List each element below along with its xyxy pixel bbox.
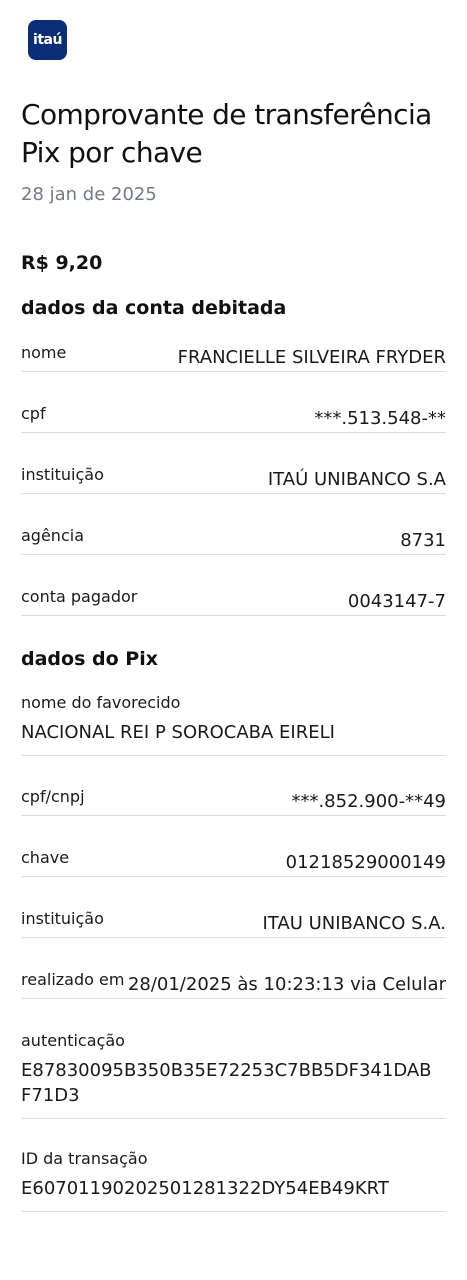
row-label: agência [21,526,84,545]
row-transaction-id: ID da transação E60701190202501281322DY5… [21,1149,446,1212]
row-payee-name: nome do favorecido NACIONAL REI P SOROCA… [21,693,446,756]
row-performed-at: realizado em 28/01/2025 às 10:23:13 via … [21,970,446,999]
row-value: 01218529000149 [285,852,446,873]
row-payer-account: conta pagador 0043147-7 [21,587,446,616]
row-value: ***.852.900-**49 [291,791,446,812]
row-value: NACIONAL REI P SOROCABA EIRELI [21,722,335,743]
row-label: chave [21,848,70,867]
row-value: ITAÚ UNIBANCO S.A [267,469,446,490]
row-label: instituição [21,465,104,484]
row-value: FRANCIELLE SILVEIRA FRYDER [177,347,446,368]
row-value: ***.513.548-** [314,408,446,429]
row-label: instituição [21,909,104,928]
transfer-amount: R$ 9,20 [21,252,103,274]
row-label: cpf/cnpj [21,787,85,806]
row-value: ITAU UNIBANCO S.A. [262,913,446,934]
receipt-date: 28 jan de 2025 [21,184,157,205]
row-label: nome do favorecido [21,693,181,712]
row-label: autenticação [21,1031,125,1050]
row-value: 0043147-7 [347,591,446,612]
row-payer-agency: agência 8731 [21,526,446,555]
logo-text: itaú [33,32,62,48]
row-value: E87830095B350B35E72253C7BB5DF341DABF71D3 [21,1060,432,1106]
section-pix-title: dados do Pix [21,648,158,670]
row-value: E60701190202501281322DY54EB49KRT [21,1178,389,1199]
row-pix-key: chave 01218529000149 [21,848,446,877]
section-debit-account-title: dados da conta debitada [21,297,287,319]
row-label: nome [21,343,67,362]
row-authentication: autenticação E87830095B350B35E72253C7BB5… [21,1031,446,1119]
row-payer-cpf: cpf ***.513.548-** [21,404,446,433]
row-payer-name: nome FRANCIELLE SILVEIRA FRYDER [21,343,446,372]
row-label: realizado em [21,970,125,989]
itau-logo: itaú [28,20,67,60]
row-label: ID da transação [21,1149,148,1168]
row-payee-document: cpf/cnpj ***.852.900-**49 [21,787,446,816]
row-label: cpf [21,404,46,423]
row-label: conta pagador [21,587,138,606]
row-value: 28/01/2025 às 10:23:13 via Celular [127,974,446,995]
page-title: Comprovante de transferência Pix por cha… [21,98,432,169]
row-value: 8731 [400,530,446,551]
row-payee-institution: instituição ITAU UNIBANCO S.A. [21,909,446,938]
row-payer-institution: instituição ITAÚ UNIBANCO S.A [21,465,446,494]
